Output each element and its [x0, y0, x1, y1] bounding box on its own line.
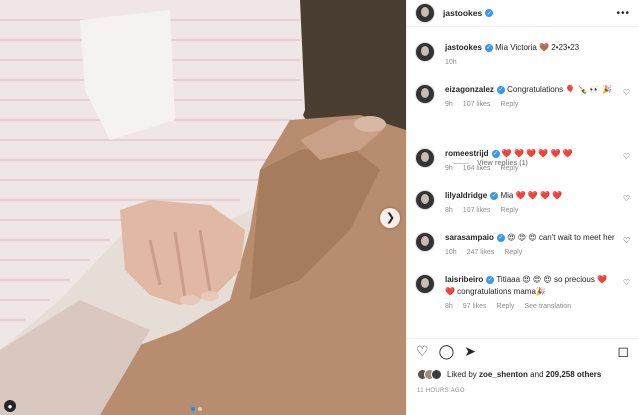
liked-by-row: Liked by zoe_shenton and 209,258 others [417, 369, 630, 380]
comment-likes[interactable]: 107 likes [463, 101, 491, 108]
more-options-icon[interactable]: ••• [616, 8, 630, 19]
comment-item: sarasampaio ✓ 😍 😍 😍 can't wait to meet he… [407, 232, 638, 259]
bookmark-icon[interactable]: ◻ [617, 344, 629, 358]
comment-username[interactable]: eizagonzalez [445, 85, 494, 94]
comment-text: ❤️ ❤️ ❤️ ❤️ ❤️ ❤️ [501, 149, 573, 158]
liked-by-count[interactable]: 209,258 others [546, 370, 602, 379]
comment-username[interactable]: sarasampaio [445, 233, 494, 242]
baby-hand-photo [0, 0, 406, 415]
caption-username[interactable]: jastookes [445, 43, 482, 52]
comment-username[interactable]: laisribeiro [445, 275, 483, 284]
post-details-panel: jastookes ✓ ••• jastookes ✓ Mia Victoria … [406, 0, 638, 415]
chevron-right-icon: ❯ [385, 211, 396, 224]
liked-by-prefix: Liked by [447, 370, 477, 379]
see-translation-button[interactable]: See translation [524, 303, 571, 310]
carousel-next-button[interactable]: ❯ [380, 208, 400, 228]
verified-badge-icon: ✓ [485, 9, 494, 17]
heart-outline-icon[interactable]: ♡ [623, 194, 630, 203]
reply-button[interactable]: Reply [500, 101, 518, 108]
liker-avatars[interactable] [417, 369, 442, 380]
avatar[interactable] [415, 42, 435, 62]
comment-likes[interactable]: 247 likes [467, 249, 495, 256]
comment-icon[interactable]: ◯ [439, 344, 455, 358]
comment-likes[interactable]: 164 likes [463, 165, 491, 172]
heart-outline-icon[interactable]: ♡ [623, 278, 630, 287]
comment-text: 😍 😍 😍 can't wait to meet her [507, 233, 615, 242]
share-paper-plane-icon[interactable]: ➤ [464, 344, 476, 358]
reply-button[interactable]: Reply [500, 207, 518, 214]
avatar[interactable] [415, 274, 435, 294]
reply-button[interactable]: Reply [504, 249, 522, 256]
comment-time[interactable]: 8h [445, 303, 453, 310]
comment-item: lilyaldridge ✓ Mia ❤️ ❤️ ❤️ ❤️ 8h 107 like… [407, 190, 638, 217]
heart-outline-icon[interactable]: ♡ [623, 152, 630, 161]
caption-text: Mia Victoria 🤎 2•23•23 [495, 43, 580, 52]
verified-badge-icon: ✓ [484, 43, 493, 52]
comments-list: jastookes ✓ Mia Victoria 🤎 2•23•23 10h ei… [407, 36, 638, 339]
comment-time[interactable]: 8h [445, 207, 453, 214]
heart-outline-icon[interactable]: ♡ [623, 88, 630, 97]
verified-badge-icon: ✓ [496, 85, 505, 94]
avatar[interactable] [415, 84, 435, 104]
avatar[interactable] [415, 232, 435, 252]
comment-text: Congratulations 🎈 🍾 👀 🎉 [507, 85, 612, 94]
verified-badge-icon: ✓ [486, 275, 495, 284]
liked-by-user[interactable]: zoe_shenton [479, 370, 528, 379]
verified-badge-icon: ✓ [496, 233, 505, 242]
comment-username[interactable]: romeestrijd [445, 149, 489, 158]
post-timestamp[interactable]: 11 HOURS AGO [417, 388, 465, 394]
comment-item: romeestrijd ✓ ❤️ ❤️ ❤️ ❤️ ❤️ ❤️ 9h 164 lik… [407, 148, 638, 175]
post-header: jastookes ✓ ••• [407, 0, 638, 27]
comment-item: laisribeiro ✓ Titiaaa 😍 😍 😍 so precious ❤… [407, 274, 638, 313]
post-author-username[interactable]: jastookes [443, 8, 482, 18]
action-bar: ♡ ◯ ➤ ◻ [407, 338, 638, 362]
carousel-indicator [191, 407, 202, 411]
caption-time[interactable]: 10h [445, 59, 457, 66]
comment-item: eizagonzalez ✓ Congratulations 🎈 🍾 👀 🎉 9h… [407, 84, 638, 111]
comment-time[interactable]: 9h [445, 165, 453, 172]
heart-outline-icon[interactable]: ♡ [623, 236, 630, 245]
like-heart-icon[interactable]: ♡ [416, 344, 429, 358]
verified-badge-icon: ✓ [490, 191, 499, 200]
post-photo[interactable]: ❯ ● [0, 0, 406, 415]
reply-button[interactable]: Reply [497, 303, 515, 310]
avatar[interactable] [415, 3, 435, 23]
carousel-dot [198, 407, 202, 411]
verified-badge-icon: ✓ [491, 149, 500, 158]
comment-likes[interactable]: 97 likes [463, 303, 487, 310]
comment-username[interactable]: lilyaldridge [445, 191, 487, 200]
user-tag-icon[interactable]: ● [4, 400, 16, 412]
avatar[interactable] [415, 148, 435, 168]
liked-by-mid: and [530, 370, 544, 379]
avatar[interactable] [415, 190, 435, 210]
comment-time[interactable]: 9h [445, 101, 453, 108]
caption: jastookes ✓ Mia Victoria 🤎 2•23•23 10h [407, 42, 638, 69]
comment-time[interactable]: 10h [445, 249, 457, 256]
comment-text: Mia ❤️ ❤️ ❤️ ❤️ [500, 191, 563, 200]
comment-likes[interactable]: 107 likes [463, 207, 491, 214]
reply-button[interactable]: Reply [500, 165, 518, 172]
carousel-dot [191, 407, 195, 411]
